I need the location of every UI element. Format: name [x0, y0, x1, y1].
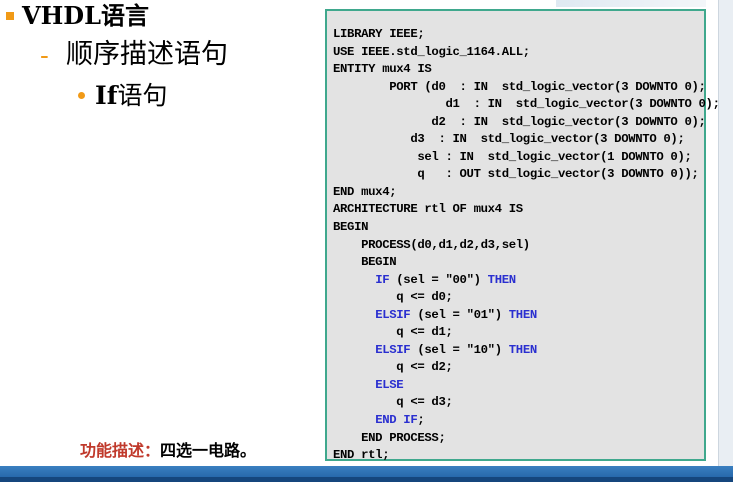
function-description: 功能描述：四选一电路。: [80, 440, 256, 462]
code-keyword: ELSE: [375, 377, 404, 392]
code-line: BEGIN: [333, 255, 397, 270]
code-line: ELSIF (sel = "10") THEN: [375, 342, 537, 357]
topic-keyword: If: [95, 81, 118, 110]
dash-bullet-icon: -: [40, 41, 49, 71]
code-line: END rtl;: [333, 448, 390, 463]
code-line: d1 : IN std_logic_vector(3 DOWNTO 0);: [333, 97, 720, 112]
code-line: USE IEEE.std_logic_1164.ALL;: [333, 44, 530, 59]
code-line: d3 : IN std_logic_vector(3 DOWNTO 0);: [333, 132, 685, 147]
code-line: ARCHITECTURE rtl OF mux4 IS: [333, 202, 523, 217]
code-keyword: THEN: [508, 342, 537, 357]
round-bullet-icon: [78, 92, 85, 99]
code-keyword: THEN: [487, 272, 516, 287]
code-line: ELSIF (sel = "01") THEN: [375, 307, 537, 322]
code-keyword: ELSIF: [375, 307, 411, 322]
code-line: q <= d1;: [333, 325, 453, 340]
code-line: q : OUT std_logic_vector(3 DOWNTO 0));: [333, 167, 699, 182]
code-line: q <= d0;: [333, 290, 453, 305]
topic-rest: 语句: [117, 81, 168, 110]
code-line: END PROCESS;: [333, 430, 446, 445]
function-label: 功能描述：: [80, 441, 161, 460]
code-box: LIBRARY IEEE; USE IEEE.std_logic_1164.AL…: [325, 9, 720, 462]
code-line: q <= d3;: [333, 395, 453, 410]
topic-heading: If语句: [95, 80, 167, 112]
code-keyword: THEN: [508, 307, 537, 322]
function-text: 四选一电路。: [160, 441, 257, 460]
slide-subtitle: 顺序描述语句: [66, 39, 228, 70]
code-line: sel : IN std_logic_vector(1 DOWNTO 0);: [333, 149, 692, 164]
code-line: BEGIN: [333, 220, 369, 235]
code-line: PORT (d0 : IN std_logic_vector(3 DOWNTO …: [333, 79, 706, 94]
code-keyword: END IF: [375, 413, 418, 428]
code-line: ENTITY mux4 IS: [333, 62, 432, 77]
corner-logo: [556, 0, 706, 7]
code-line: q <= d2;: [333, 360, 453, 375]
code-line: END IF;: [375, 413, 425, 428]
code-line: ELSE: [333, 378, 403, 392]
bottom-strip: [0, 477, 733, 482]
code-line: LIBRARY IEEE;: [333, 27, 425, 41]
code-keyword: IF: [375, 272, 390, 287]
right-edge-bar: [718, 0, 733, 470]
code-keyword: ELSIF: [375, 342, 411, 357]
code-line: IF (sel = "00") THEN: [375, 272, 516, 287]
square-bullet-icon: [6, 12, 14, 20]
code-line: PROCESS(d0,d1,d2,d3,sel): [333, 237, 530, 252]
slide-title: VHDL语言: [22, 1, 149, 30]
code-line: d2 : IN std_logic_vector(3 DOWNTO 0);: [333, 114, 706, 129]
code-line: END mux4;: [333, 184, 397, 199]
vhdl-code: LIBRARY IEEE; USE IEEE.std_logic_1164.AL…: [333, 26, 720, 465]
